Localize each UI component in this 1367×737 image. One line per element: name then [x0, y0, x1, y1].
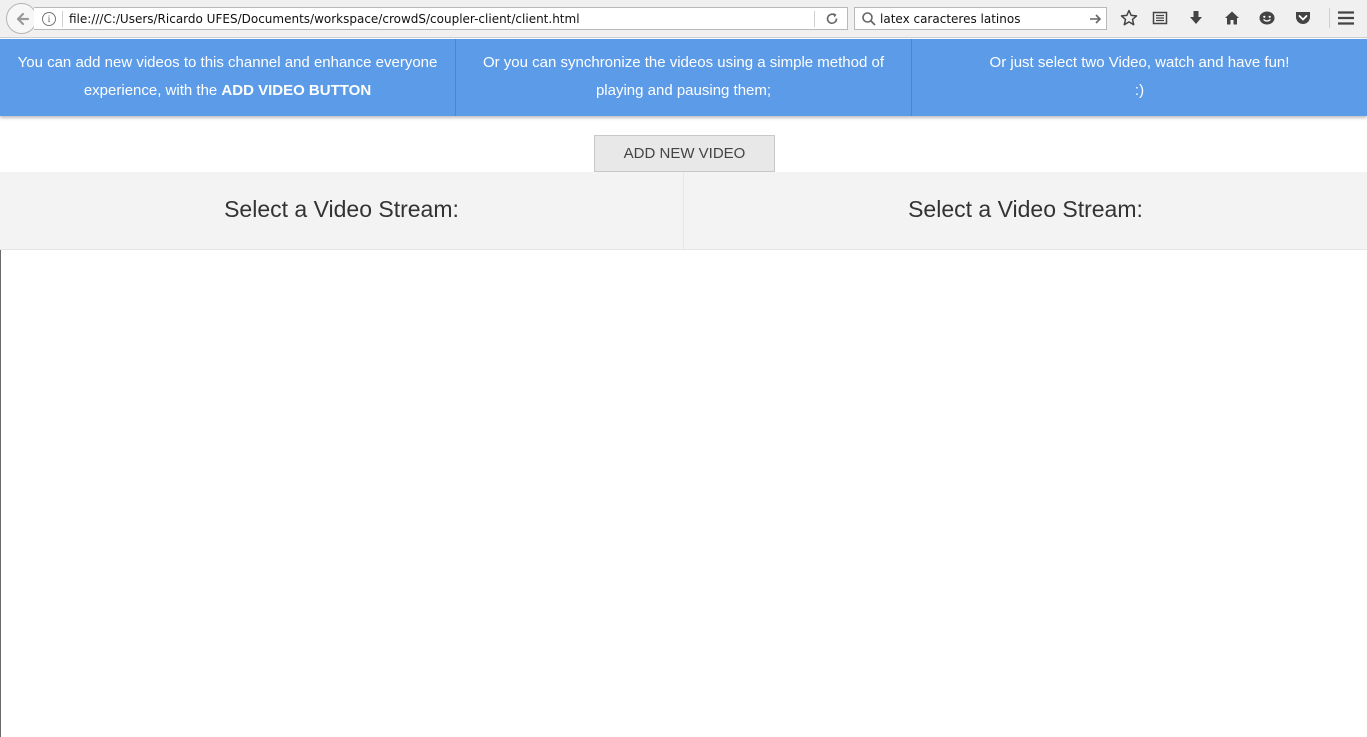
- info-icon[interactable]: i: [42, 12, 56, 26]
- url-separator: [62, 11, 63, 27]
- search-icon: [862, 12, 876, 26]
- add-new-video-button[interactable]: ADD NEW VIDEO: [594, 135, 775, 172]
- tip-synchronize: Or you can synchronize the videos using …: [455, 39, 911, 116]
- arrow-right-icon[interactable]: [1088, 11, 1102, 27]
- menu-icon[interactable]: [1336, 8, 1356, 28]
- back-icon: [16, 12, 29, 25]
- window-edge: [0, 250, 1, 737]
- tip-add-video-emphasis: ADD VIDEO BUTTON: [221, 82, 372, 99]
- tip-select-two: Or just select two Video, watch and have…: [911, 39, 1367, 116]
- search-bar[interactable]: latex caracteres latinos: [854, 7, 1107, 30]
- search-input[interactable]: latex caracteres latinos: [880, 12, 1020, 26]
- tip-smiley: :): [1134, 82, 1145, 99]
- url-text[interactable]: file:///C:/Users/Ricardo UFES/Documents/…: [69, 12, 580, 26]
- info-banner: You can add new videos to this channel a…: [0, 39, 1367, 116]
- tip-select-two-text: Or just select two Video, watch and have…: [989, 54, 1290, 71]
- reload-icon: [826, 13, 838, 25]
- reading-list-icon[interactable]: [1150, 8, 1170, 28]
- reload-button[interactable]: [822, 9, 842, 29]
- tip-add-video: You can add new videos to this channel a…: [0, 39, 455, 116]
- home-icon[interactable]: [1222, 8, 1242, 28]
- download-icon[interactable]: [1186, 8, 1206, 28]
- star-icon[interactable]: [1119, 8, 1139, 28]
- pocket-icon[interactable]: [1293, 8, 1313, 28]
- video-streams-panel: Select a Video Stream: Select a Video St…: [0, 172, 1367, 250]
- browser-toolbar: i file:///C:/Users/Ricardo UFES/Document…: [0, 0, 1367, 38]
- url-separator-2: [814, 11, 815, 27]
- tip-synchronize-text: Or you can synchronize the videos using …: [482, 54, 885, 99]
- hello-icon[interactable]: [1257, 8, 1277, 28]
- address-bar[interactable]: i file:///C:/Users/Ricardo UFES/Document…: [34, 7, 848, 30]
- stream-selector-right[interactable]: Select a Video Stream:: [683, 172, 1367, 249]
- stream-selector-left[interactable]: Select a Video Stream:: [0, 172, 683, 249]
- toolbar-separator: [1329, 8, 1330, 28]
- back-button[interactable]: [6, 3, 37, 34]
